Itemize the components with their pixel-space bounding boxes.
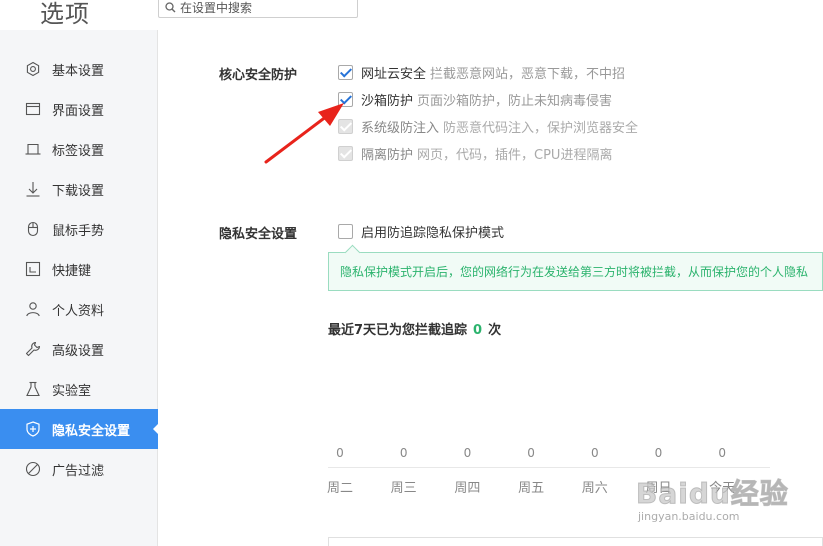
sidebar-item-shortcut[interactable]: 快捷键 xyxy=(0,249,158,289)
chart-value-label: 0 xyxy=(654,446,663,460)
sidebar-item-lab[interactable]: 实验室 xyxy=(0,369,158,409)
shortcut-icon xyxy=(25,261,41,277)
sidebar-item-label: 界面设置 xyxy=(52,103,105,119)
chart-category-label: 周五 xyxy=(518,481,545,496)
main-content: 核心安全防护 网址云安全 拦截恶意网站，恶意下载，不中招 沙箱防护 页面沙箱防护… xyxy=(158,30,823,546)
user-icon xyxy=(25,301,41,317)
sidebar-item-basic[interactable]: 基本设置 xyxy=(0,49,158,89)
chart-value-label: 0 xyxy=(399,446,408,460)
chart-category-label: 周二 xyxy=(326,481,353,496)
flask-icon xyxy=(25,381,41,397)
sidebar-item-label: 隐私安全设置 xyxy=(52,423,131,439)
sidebar-item-label: 下载设置 xyxy=(52,183,105,199)
sidebar-item-label: 个人资料 xyxy=(52,303,105,319)
sidebar-item-tabs[interactable]: 标签设置 xyxy=(0,129,158,169)
search-box[interactable] xyxy=(158,0,358,18)
mouse-icon xyxy=(25,221,41,237)
sidebar-item-ad-filter[interactable]: 广告过滤 xyxy=(0,449,158,489)
sidebar-item-label: 快捷键 xyxy=(52,263,92,279)
search-input[interactable] xyxy=(180,0,350,15)
sidebar-item-profile[interactable]: 个人资料 xyxy=(0,289,158,329)
watermark-text: Baidu经验 xyxy=(636,477,789,511)
chart-category-label: 周四 xyxy=(454,481,481,496)
chart-category-label: 周三 xyxy=(390,481,417,496)
sidebar-item-label: 广告过滤 xyxy=(52,463,105,479)
tab-icon xyxy=(25,141,41,157)
shield-icon xyxy=(25,421,41,437)
sidebar-item-label: 实验室 xyxy=(52,383,92,399)
download-icon xyxy=(25,181,41,197)
sidebar-item-mouse-gesture[interactable]: 鼠标手势 xyxy=(0,209,158,249)
watermark-url: jingyan.baidu.com xyxy=(638,510,740,523)
chart-category-label: 周六 xyxy=(581,481,608,496)
sidebar-item-label: 高级设置 xyxy=(52,343,105,359)
sidebar-item-interface[interactable]: 界面设置 xyxy=(0,89,158,129)
wrench-icon xyxy=(25,341,41,357)
chart-value-label: 0 xyxy=(463,446,472,460)
search-icon xyxy=(165,2,176,13)
settings-window: 选项 基本设置 界面设置 标签设置 xyxy=(0,0,823,546)
sidebar-item-label: 鼠标手势 xyxy=(52,223,105,239)
chart-value-label: 0 xyxy=(718,446,726,460)
chart-value-label: 0 xyxy=(336,446,344,460)
sidebar-item-download[interactable]: 下载设置 xyxy=(0,169,158,209)
baidu-watermark: Baidu经验 jingyan.baidu.com xyxy=(630,470,790,530)
block-icon xyxy=(25,461,41,477)
sidebar-item-privacy-security[interactable]: 隐私安全设置 xyxy=(0,409,159,449)
chart-value-label: 0 xyxy=(527,446,535,460)
sidebar-item-label: 基本设置 xyxy=(52,63,105,79)
bottom-panel xyxy=(328,537,823,546)
sidebar-item-label: 标签设置 xyxy=(52,143,105,159)
sidebar: 基本设置 界面设置 标签设置 下载设置 鼠标手势 快捷键 个人资料 高级设置 实… xyxy=(0,30,159,546)
tracking-chart: 0 周二 0 周三 0 周四 0 周五 0 周六 0 周日 0 今天 xyxy=(158,30,823,546)
sidebar-item-advanced[interactable]: 高级设置 xyxy=(0,329,158,369)
header: 选项 xyxy=(0,0,823,30)
chart-value-label: 0 xyxy=(590,446,599,460)
gear-icon xyxy=(25,61,41,77)
page-title: 选项 xyxy=(40,0,90,28)
window-icon xyxy=(25,101,41,117)
